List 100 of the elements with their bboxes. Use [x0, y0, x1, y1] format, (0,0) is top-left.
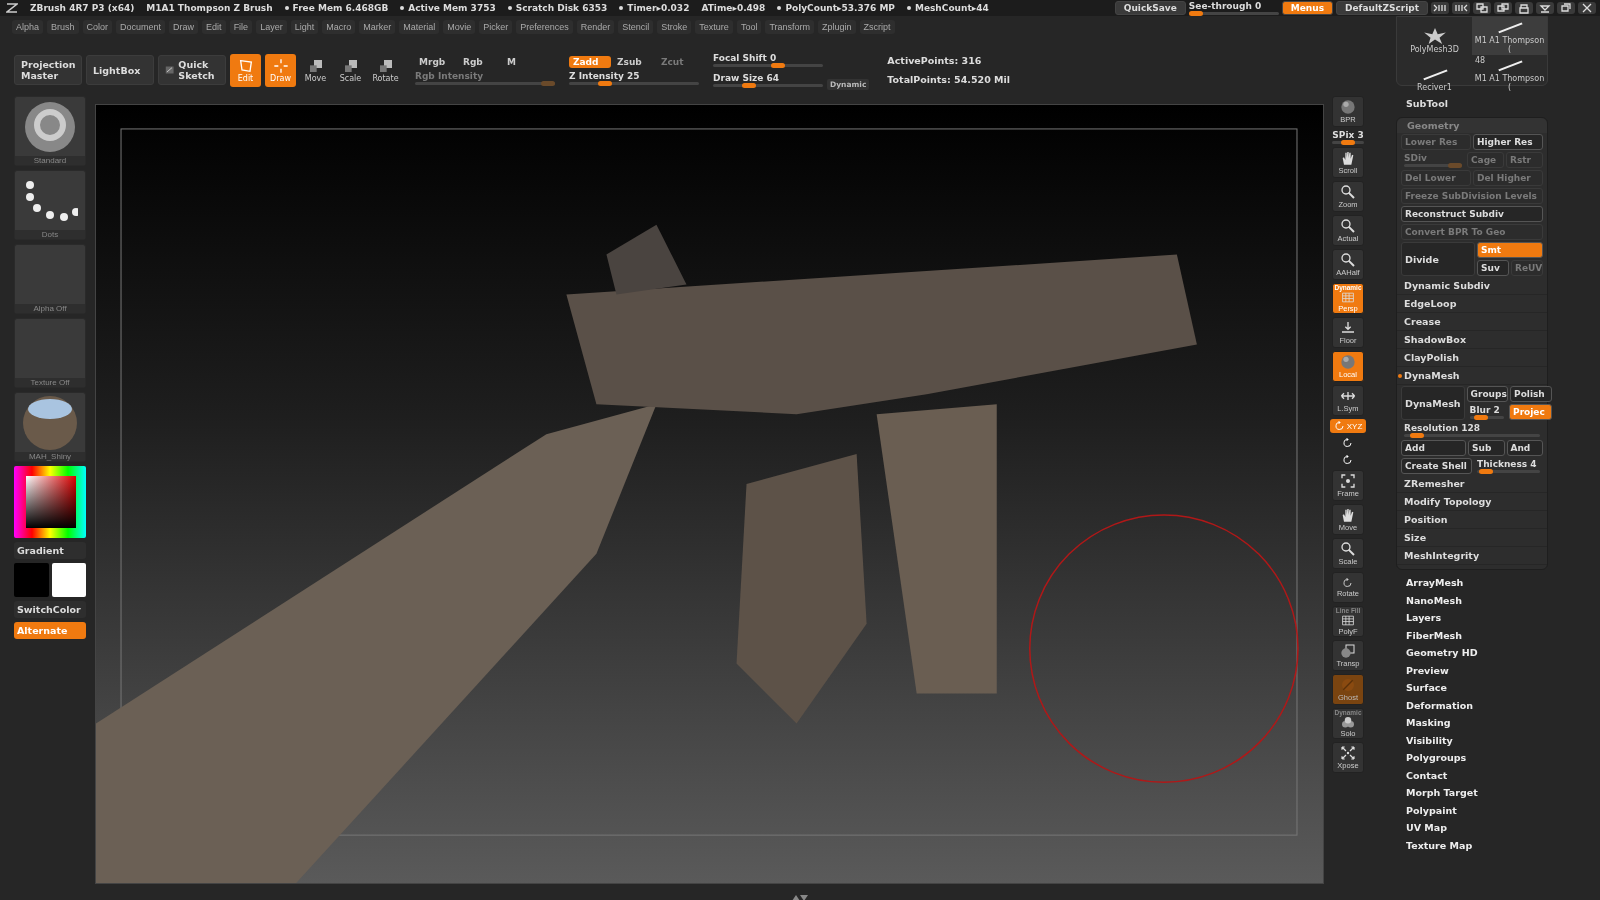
slider[interactable]: See-through 0	[1188, 1, 1279, 15]
panel-button[interactable]: Reconstruct Subdiv	[1401, 206, 1543, 222]
subpalette-item[interactable]: UV Map	[1406, 822, 1548, 833]
subpalette-header[interactable]: ShadowBox	[1397, 331, 1547, 349]
slider-thumb[interactable]	[1410, 433, 1425, 438]
slider-thumb[interactable]	[741, 83, 756, 88]
panel-button[interactable]: Sub	[1468, 440, 1505, 456]
menu-item[interactable]: Preferences	[516, 20, 573, 34]
tool-thumbnail[interactable]: 48 M1 A1 Thompson (	[1472, 55, 1547, 93]
subpalette-item[interactable]: Layers	[1406, 612, 1548, 623]
menu-item[interactable]: Macro	[322, 20, 356, 34]
menu-item[interactable]: Material	[399, 20, 440, 34]
subpalette-item[interactable]: Masking	[1406, 717, 1548, 728]
slider-thumb[interactable]	[1473, 415, 1488, 420]
menu-item[interactable]: Alpha	[12, 20, 44, 34]
slider-thumb[interactable]	[1188, 11, 1203, 16]
subpalette-item[interactable]: FiberMesh	[1406, 629, 1548, 641]
slider[interactable]: SPix 3	[1332, 130, 1364, 144]
subpalette-item[interactable]: ArrayMesh	[1406, 577, 1548, 588]
panel-button[interactable]: Create Shell	[1401, 458, 1472, 474]
shelf-slot[interactable]: Alpha Off	[14, 244, 86, 314]
slider[interactable]: Focal Shift 0	[713, 53, 823, 67]
secondary-color-swatch[interactable]	[51, 563, 86, 597]
shelf-slot[interactable]: MAH_Shiny	[14, 392, 86, 462]
toolbar-button[interactable]: LightBox	[86, 55, 154, 85]
menu-item[interactable]: Transform	[765, 20, 815, 34]
windows-icon[interactable]	[1494, 2, 1512, 14]
subpalette-header[interactable]: Position	[1397, 511, 1547, 529]
panel-button[interactable]: DynaMesh	[1401, 386, 1465, 420]
slider[interactable]: Thickness 4	[1477, 459, 1540, 473]
subpalette-header[interactable]: EdgeLoop	[1397, 295, 1547, 313]
panel-button[interactable]: Polish	[1510, 386, 1552, 402]
tool-thumbnail[interactable]: PolyMesh3D	[1397, 17, 1472, 55]
scroll-right-icon[interactable]	[1452, 2, 1470, 14]
collapse-arrows-icon[interactable]	[790, 894, 810, 900]
menu-item[interactable]: Layer	[256, 20, 287, 34]
subpalette-item[interactable]: Surface	[1406, 682, 1548, 693]
menu-item[interactable]: Brush	[47, 20, 79, 34]
mode-button[interactable]: Scale	[335, 53, 366, 87]
slider-thumb[interactable]	[598, 80, 612, 86]
scroll-left-icon[interactable]	[1431, 2, 1449, 14]
menu-item[interactable]: File	[229, 20, 253, 34]
subpalette-item[interactable]: Visibility	[1406, 734, 1548, 746]
subpalette-header[interactable]: Size	[1397, 529, 1547, 547]
panel-button[interactable]: Divide	[1401, 242, 1475, 276]
menu-item[interactable]: Document	[116, 20, 166, 34]
menu-item[interactable]: Marker	[359, 20, 396, 34]
menu-item[interactable]: Movie	[443, 20, 476, 34]
slider[interactable]: Blur 2	[1469, 405, 1505, 419]
subpalette-header[interactable]: ZRemesher	[1397, 475, 1547, 493]
tool-thumbnail[interactable]: Reciver1	[1397, 55, 1472, 93]
menu-item[interactable]: Zscript	[859, 20, 895, 34]
menu-item[interactable]: Tool	[736, 20, 762, 34]
subpalette-header[interactable]: Dynamic Subdiv	[1397, 277, 1547, 295]
main-color-swatch[interactable]	[14, 563, 49, 597]
color-picker[interactable]	[14, 466, 86, 538]
subtool-header[interactable]: SubTool	[1396, 96, 1548, 117]
subpalette-item[interactable]: Contact	[1406, 769, 1548, 781]
subpalette-item[interactable]: Polygroups	[1406, 752, 1548, 763]
menu-item[interactable]: Draw	[169, 20, 199, 34]
subpalette-item[interactable]: Morph Target	[1406, 787, 1548, 798]
subpalette-header[interactable]: ClayPolish	[1397, 349, 1547, 367]
slider[interactable]: Z Intensity 25	[569, 70, 699, 85]
toolbar-button[interactable]: Projection Master	[14, 55, 82, 85]
mode-button[interactable]: Rotate	[370, 53, 401, 87]
restore-icon[interactable]	[1557, 2, 1575, 14]
subpalette-header[interactable]: Crease	[1397, 313, 1547, 331]
panel-button[interactable]: And	[1506, 440, 1543, 456]
lock-icon[interactable]	[1515, 2, 1533, 14]
zscript-button[interactable]: DefaultZScript	[1336, 1, 1428, 15]
shelf-slot[interactable]: Standard	[14, 96, 86, 166]
menu-item[interactable]: Zplugin	[818, 20, 856, 34]
panel-button[interactable]: Add	[1401, 440, 1466, 456]
switch-color-button[interactable]: SwitchColor	[14, 601, 86, 618]
windows-icon[interactable]	[1473, 2, 1491, 14]
sculpt-mode-button[interactable]: Zsub	[613, 55, 655, 68]
slider-thumb[interactable]	[770, 63, 785, 68]
subpalette-item[interactable]: Geometry HD	[1406, 647, 1548, 658]
mode-button[interactable]: Move	[300, 53, 331, 87]
slider-thumb[interactable]	[1341, 140, 1355, 145]
subpalette-header[interactable]: MeshIntegrity	[1397, 547, 1547, 565]
panel-button[interactable]: Groups	[1466, 386, 1509, 402]
subpalette-item[interactable]: Deformation	[1406, 699, 1548, 711]
menu-item[interactable]: Picker	[479, 20, 513, 34]
color-mode-button[interactable]: Mrgb	[415, 55, 457, 68]
subpalette-item[interactable]: Polypaint	[1406, 804, 1548, 816]
menu-item[interactable]: Stencil	[618, 20, 654, 34]
shelf-slot[interactable]: Texture Off	[14, 318, 86, 388]
geometry-title[interactable]: Geometry	[1397, 118, 1547, 133]
slider[interactable]: Resolution 128	[1404, 423, 1540, 437]
subpalette-header[interactable]: DynaMesh	[1397, 367, 1547, 385]
subpalette-item[interactable]: Preview	[1406, 664, 1548, 676]
menu-item[interactable]: Stroke	[657, 20, 692, 34]
subpalette-item[interactable]: Texture Map	[1406, 839, 1548, 851]
tool-thumbnail[interactable]: M1 A1 Thompson (	[1472, 17, 1547, 55]
panel-button[interactable]: Higher Res	[1473, 134, 1543, 150]
slider-thumb[interactable]	[1479, 469, 1494, 474]
shelf-slot[interactable]: Dots	[14, 170, 86, 240]
close-icon[interactable]	[1578, 2, 1596, 14]
menu-item[interactable]: Color	[82, 20, 113, 34]
